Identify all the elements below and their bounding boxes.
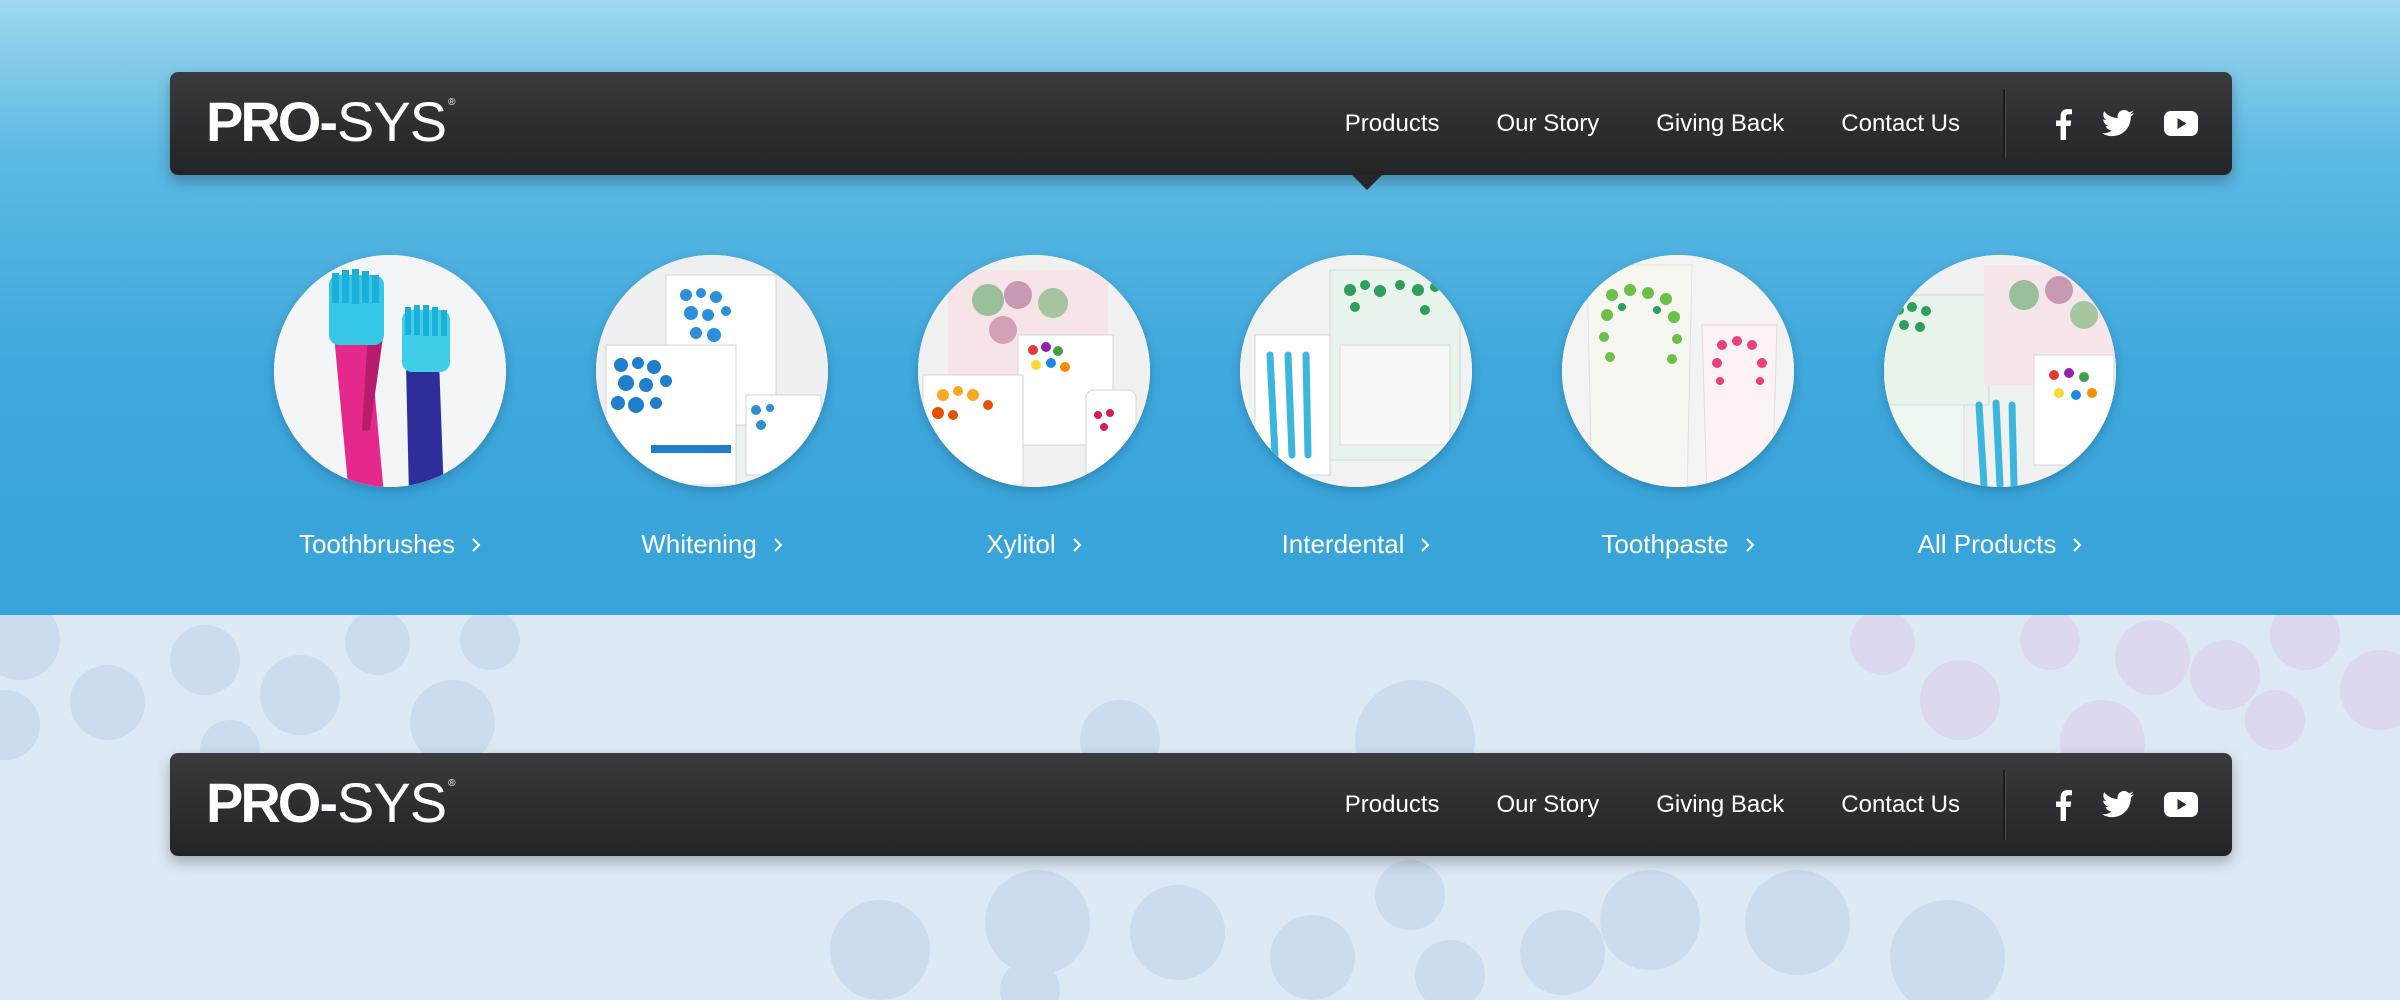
category-label: All Products	[1918, 529, 2083, 560]
nav-links: Products Our Story Giving Back Contact U…	[1288, 72, 1960, 175]
category-label: Toothbrushes	[299, 529, 481, 560]
social-links	[2024, 72, 2198, 175]
xylitol-products-image	[918, 255, 1150, 487]
nav-links: Products Our Story Giving Back Contact U…	[1288, 753, 1960, 856]
category-label-text: Toothbrushes	[298, 529, 456, 559]
youtube-icon[interactable]	[2164, 792, 2198, 817]
chevron-right-icon	[471, 537, 481, 553]
logo-text-light: SYS	[337, 771, 447, 834]
product-categories: Toothbrushes Whitening Xylitol Interdent…	[0, 255, 2400, 575]
dropdown-caret	[1352, 175, 1382, 190]
nav-link-contact-us[interactable]: Contact Us	[1841, 110, 1960, 138]
logo-text-dash: -	[319, 771, 338, 834]
category-all-products[interactable]: All Products	[1839, 255, 2161, 560]
all-products-image	[1884, 255, 2116, 487]
logo-text-bold: PRO	[206, 90, 321, 153]
category-interdental[interactable]: Interdental	[1195, 255, 1517, 560]
logo-text-bold: PRO	[206, 771, 321, 834]
whitening-products-image	[596, 255, 828, 487]
youtube-icon[interactable]	[2164, 111, 2198, 136]
category-label-text: All Products	[1917, 529, 2057, 559]
toothpaste-image	[1562, 255, 1794, 487]
category-label: Toothpaste	[1601, 529, 1755, 560]
nav-link-our-story[interactable]: Our Story	[1497, 110, 1600, 138]
category-label-text: Toothpaste	[1601, 529, 1729, 559]
chevron-right-icon	[1072, 537, 1082, 553]
logo-text-dash: -	[319, 90, 338, 153]
category-whitening[interactable]: Whitening	[551, 255, 873, 560]
category-toothbrushes[interactable]: Toothbrushes	[229, 255, 551, 560]
main-navbar-default-state: PRO - SYS ® Products Our Story Giving Back …	[170, 753, 2232, 856]
category-label: Interdental	[1282, 529, 1431, 560]
category-label: Whitening	[641, 529, 783, 560]
pro-sys-logo[interactable]: PRO - SYS ®	[206, 94, 455, 150]
chevron-right-icon	[1420, 537, 1430, 553]
category-xylitol[interactable]: Xylitol	[873, 255, 1195, 560]
toothbrushes-image	[274, 255, 506, 487]
social-links	[2024, 753, 2198, 856]
interdental-products-image	[1240, 255, 1472, 487]
nav-link-products[interactable]: Products	[1345, 791, 1440, 819]
logo-text-light: SYS	[337, 90, 447, 153]
nav-link-giving-back[interactable]: Giving Back	[1656, 791, 1784, 819]
logo-registered-mark: ®	[448, 97, 456, 108]
nav-divider	[2003, 770, 2005, 840]
category-label: Xylitol	[986, 529, 1082, 560]
chevron-right-icon	[1745, 537, 1755, 553]
nav-divider	[2003, 89, 2005, 159]
category-label-text: Interdental	[1281, 529, 1405, 559]
category-toothpaste[interactable]: Toothpaste	[1517, 255, 1839, 560]
main-navbar: PRO - SYS ® Products Our Story Giving Back …	[170, 72, 2232, 175]
chevron-right-icon	[2072, 537, 2082, 553]
nav-link-giving-back[interactable]: Giving Back	[1656, 110, 1784, 138]
facebook-icon[interactable]	[2054, 108, 2072, 140]
nav-link-products[interactable]: Products	[1345, 110, 1440, 138]
nav-link-our-story[interactable]: Our Story	[1497, 791, 1600, 819]
twitter-icon[interactable]	[2102, 110, 2134, 137]
chevron-right-icon	[773, 537, 783, 553]
category-label-text: Whitening	[641, 529, 757, 559]
logo-registered-mark: ®	[448, 778, 456, 789]
nav-link-contact-us[interactable]: Contact Us	[1841, 791, 1960, 819]
category-label-text: Xylitol	[986, 529, 1056, 559]
pro-sys-logo[interactable]: PRO - SYS ®	[206, 775, 455, 831]
twitter-icon[interactable]	[2102, 791, 2134, 818]
facebook-icon[interactable]	[2054, 789, 2072, 821]
